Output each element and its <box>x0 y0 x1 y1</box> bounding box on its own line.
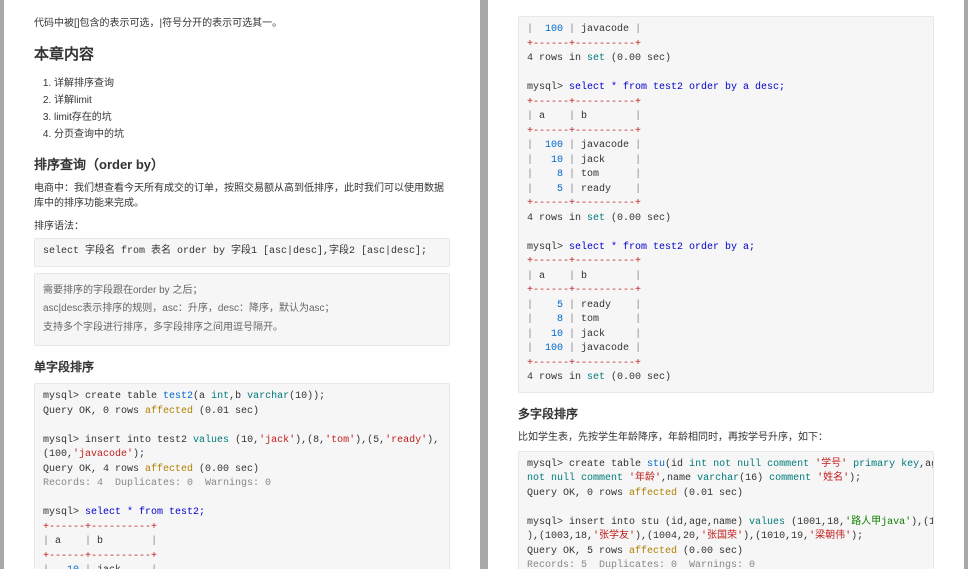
multi-desc: 比如学生表，先按学生年龄降序，年龄相同时，再按学号升序，如下： <box>518 430 934 445</box>
syntax-code: select 字段名 from 表名 order by 字段1 [asc|des… <box>34 238 450 267</box>
note-line: asc|desc表示排序的规则，asc：升序，desc：降序，默认为asc； <box>43 302 441 317</box>
mysql-console-left: mysql> create table test2(a int,b varcha… <box>34 383 450 569</box>
heading-multi-field: 多字段排序 <box>518 405 934 422</box>
orderby-desc: 电商中：我们想查看今天所有成交的订单，按照交易额从高到低排序，此时我们可以使用数… <box>34 181 450 211</box>
mysql-console-stu: mysql> create table stu(id int not null … <box>518 451 934 569</box>
toc-item: 分页查询中的坑 <box>54 125 450 140</box>
toc-item: 详解排序查询 <box>54 74 450 89</box>
syntax-label: 排序语法： <box>34 217 450 232</box>
heading-single-field: 单字段排序 <box>34 358 450 375</box>
page-right: | 100 | javacode | +------+----------+ 4… <box>488 0 964 569</box>
heading-orderby: 排序查询（order by） <box>34 154 450 173</box>
intro-line: 代码中被[]包含的表示可选，|符号分开的表示可选其一。 <box>34 14 450 29</box>
toc-item: limit存在的坑 <box>54 108 450 123</box>
heading-chapter: 本章内容 <box>34 43 450 64</box>
note-line: 需要排序的字段跟在order by 之后； <box>43 284 441 299</box>
mysql-console-right-top: | 100 | javacode | +------+----------+ 4… <box>518 16 934 393</box>
note-line: 支持多个字段进行排序，多字段排序之间用逗号隔开。 <box>43 321 441 336</box>
toc-list: 详解排序查询 详解limit limit存在的坑 分页查询中的坑 <box>54 74 450 140</box>
note-box: 需要排序的字段跟在order by 之后； asc|desc表示排序的规则，as… <box>34 273 450 347</box>
toc-item: 详解limit <box>54 91 450 106</box>
page-left: 代码中被[]包含的表示可选，|符号分开的表示可选其一。 本章内容 详解排序查询 … <box>4 0 480 569</box>
